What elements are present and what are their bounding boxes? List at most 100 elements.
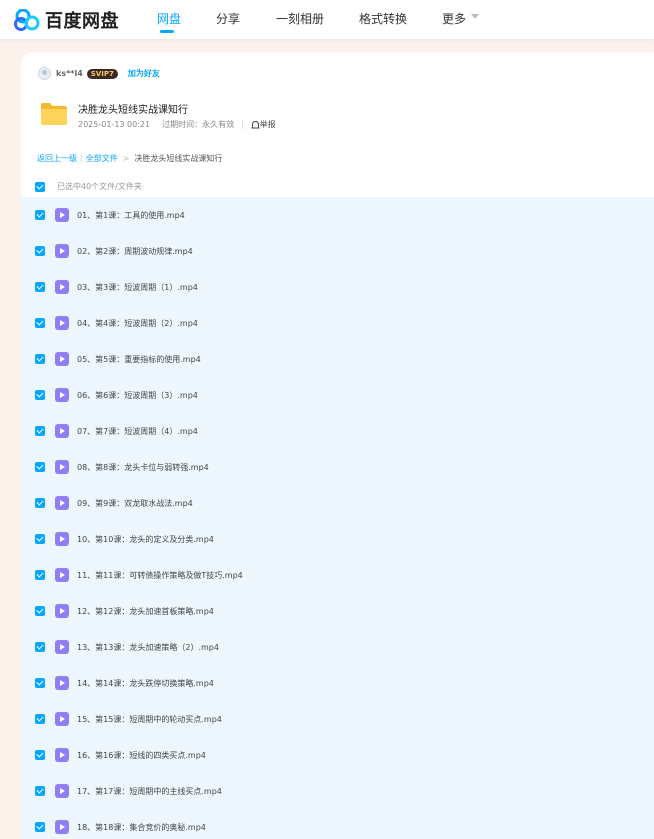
add-friend-link[interactable]: 加为好友 [128, 68, 160, 79]
file-row[interactable]: 10、第10课：龙头的定义及分类.mp4 [21, 521, 654, 557]
file-checkbox[interactable] [35, 282, 45, 292]
file-name[interactable]: 15、第15课：短周期中的轮动买点.mp4 [77, 714, 222, 725]
file-name[interactable]: 02、第2课：周期波动规律.mp4 [77, 246, 193, 257]
file-name[interactable]: 17、第17课：短周期中的主线买点.mp4 [77, 786, 222, 797]
nav-active-indicator [160, 30, 174, 33]
video-file-icon [55, 532, 69, 546]
sharer-info: ks**l4 SVIP7 加为好友 [38, 67, 160, 80]
file-row[interactable]: 12、第12课：龙头加速首板策略.mp4 [21, 593, 654, 629]
video-file-icon [55, 784, 69, 798]
file-list: 01、第1课：工具的使用.mp4 02、第2课：周期波动规律.mp4 03、第3课：… [21, 197, 654, 839]
top-navbar: 百度网盘 网盘 分享 一刻相册 格式转换 更多 [0, 0, 654, 39]
avatar[interactable] [38, 67, 51, 80]
video-file-icon [55, 820, 69, 834]
file-row[interactable]: 02、第2课：周期波动规律.mp4 [21, 233, 654, 269]
nav-netdisk[interactable]: 网盘 [157, 10, 181, 27]
file-row[interactable]: 13、第13课：龙头加速策略（2）.mp4 [21, 629, 654, 665]
file-checkbox[interactable] [35, 606, 45, 616]
file-checkbox[interactable] [35, 426, 45, 436]
video-file-icon [55, 460, 69, 474]
file-name[interactable]: 10、第10课：龙头的定义及分类.mp4 [77, 534, 214, 545]
file-checkbox[interactable] [35, 498, 45, 508]
file-checkbox[interactable] [35, 354, 45, 364]
select-all-row: 已选中40个文件/文件夹 [35, 181, 142, 192]
video-file-icon [55, 568, 69, 582]
file-checkbox[interactable] [35, 210, 45, 220]
chevron-right-icon: > [122, 154, 130, 163]
file-name[interactable]: 18、第18课：集合竞价的奥秘.mp4 [77, 822, 206, 833]
file-row[interactable]: 07、第7课：短波周期（4）.mp4 [21, 413, 654, 449]
video-file-icon [55, 280, 69, 294]
breadcrumb-current: 决胜龙头短线实战课知行 [134, 154, 223, 163]
file-name[interactable]: 04、第4课：短波周期（2）.mp4 [77, 318, 198, 329]
share-title: 决胜龙头短线实战课知行 [78, 105, 188, 116]
file-row[interactable]: 18、第18课：集合竞价的奥秘.mp4 [21, 809, 654, 839]
file-checkbox[interactable] [35, 714, 45, 724]
file-row[interactable]: 01、第1课：工具的使用.mp4 [21, 197, 654, 233]
file-row[interactable]: 05、第5课：重要指标的使用.mp4 [21, 341, 654, 377]
nav-more[interactable]: 更多 [442, 10, 466, 27]
sharer-username: ks**l4 [56, 69, 83, 78]
video-file-icon [55, 244, 69, 258]
nav-share[interactable]: 分享 [216, 10, 240, 27]
file-row[interactable]: 16、第16课：短线的四类买点.mp4 [21, 737, 654, 773]
share-expiry: 过期时间：永久有效 [162, 120, 235, 129]
video-file-icon [55, 424, 69, 438]
select-all-checkbox[interactable] [35, 181, 45, 192]
file-checkbox[interactable] [35, 750, 45, 760]
file-checkbox[interactable] [35, 462, 45, 472]
folder-icon [41, 103, 67, 125]
file-checkbox[interactable] [35, 822, 45, 832]
video-file-icon [55, 640, 69, 654]
file-row[interactable]: 04、第4课：短波周期（2）.mp4 [21, 305, 654, 341]
file-name[interactable]: 12、第12课：龙头加速首板策略.mp4 [77, 606, 214, 617]
file-name[interactable]: 01、第1课：工具的使用.mp4 [77, 210, 185, 221]
video-file-icon [55, 748, 69, 762]
baidu-netdisk-logo-icon [14, 9, 40, 31]
file-row[interactable]: 17、第17课：短周期中的主线买点.mp4 [21, 773, 654, 809]
file-checkbox[interactable] [35, 534, 45, 544]
video-file-icon [55, 604, 69, 618]
file-row[interactable]: 11、第11课：可转债操作策略及做T技巧.mp4 [21, 557, 654, 593]
chevron-down-icon[interactable] [471, 14, 479, 19]
file-row[interactable]: 09、第9课：双龙取水战法.mp4 [21, 485, 654, 521]
breadcrumb: 返回上一级 | 全部文件 > 决胜龙头短线实战课知行 [37, 153, 223, 164]
file-checkbox[interactable] [35, 678, 45, 688]
file-row[interactable]: 08、第8课：龙头卡位与弱转强.mp4 [21, 449, 654, 485]
file-row[interactable]: 03、第3课：短波周期（1）.mp4 [21, 269, 654, 305]
file-name[interactable]: 08、第8课：龙头卡位与弱转强.mp4 [77, 462, 209, 473]
report-icon [251, 120, 260, 129]
file-checkbox[interactable] [35, 318, 45, 328]
report-label: 举报 [259, 120, 276, 129]
nav-album[interactable]: 一刻相册 [276, 10, 324, 27]
selection-count: 已选中40个文件/文件夹 [57, 182, 142, 191]
brand-logo[interactable]: 百度网盘 [14, 7, 119, 33]
report-button[interactable]: 举报 [251, 119, 276, 130]
file-checkbox[interactable] [35, 786, 45, 796]
file-name[interactable]: 16、第16课：短线的四类买点.mp4 [77, 750, 206, 761]
breadcrumb-all-files[interactable]: 全部文件 [86, 153, 118, 164]
video-file-icon [55, 352, 69, 366]
breadcrumb-back[interactable]: 返回上一级 [37, 153, 77, 164]
file-name[interactable]: 03、第3课：短波周期（1）.mp4 [77, 282, 198, 293]
file-checkbox[interactable] [35, 642, 45, 652]
file-name[interactable]: 11、第11课：可转债操作策略及做T技巧.mp4 [77, 570, 243, 581]
video-file-icon [55, 208, 69, 222]
brand-name: 百度网盘 [45, 11, 119, 32]
file-checkbox[interactable] [35, 570, 45, 580]
file-row[interactable]: 06、第6课：短波周期（3）.mp4 [21, 377, 654, 413]
video-file-icon [55, 676, 69, 690]
file-checkbox[interactable] [35, 246, 45, 256]
vip-badge: SVIP7 [86, 68, 118, 79]
nav-format-convert[interactable]: 格式转换 [359, 10, 407, 27]
file-name[interactable]: 14、第14课：龙头跌停切换策略.mp4 [77, 678, 214, 689]
file-row[interactable]: 15、第15课：短周期中的轮动买点.mp4 [21, 701, 654, 737]
file-name[interactable]: 09、第9课：双龙取水战法.mp4 [77, 498, 193, 509]
file-name[interactable]: 05、第5课：重要指标的使用.mp4 [77, 354, 201, 365]
file-name[interactable]: 07、第7课：短波周期（4）.mp4 [77, 426, 198, 437]
file-name[interactable]: 13、第13课：龙头加速策略（2）.mp4 [77, 642, 219, 653]
video-file-icon [55, 712, 69, 726]
file-checkbox[interactable] [35, 390, 45, 400]
file-row[interactable]: 14、第14课：龙头跌停切换策略.mp4 [21, 665, 654, 701]
file-name[interactable]: 06、第6课：短波周期（3）.mp4 [77, 390, 198, 401]
